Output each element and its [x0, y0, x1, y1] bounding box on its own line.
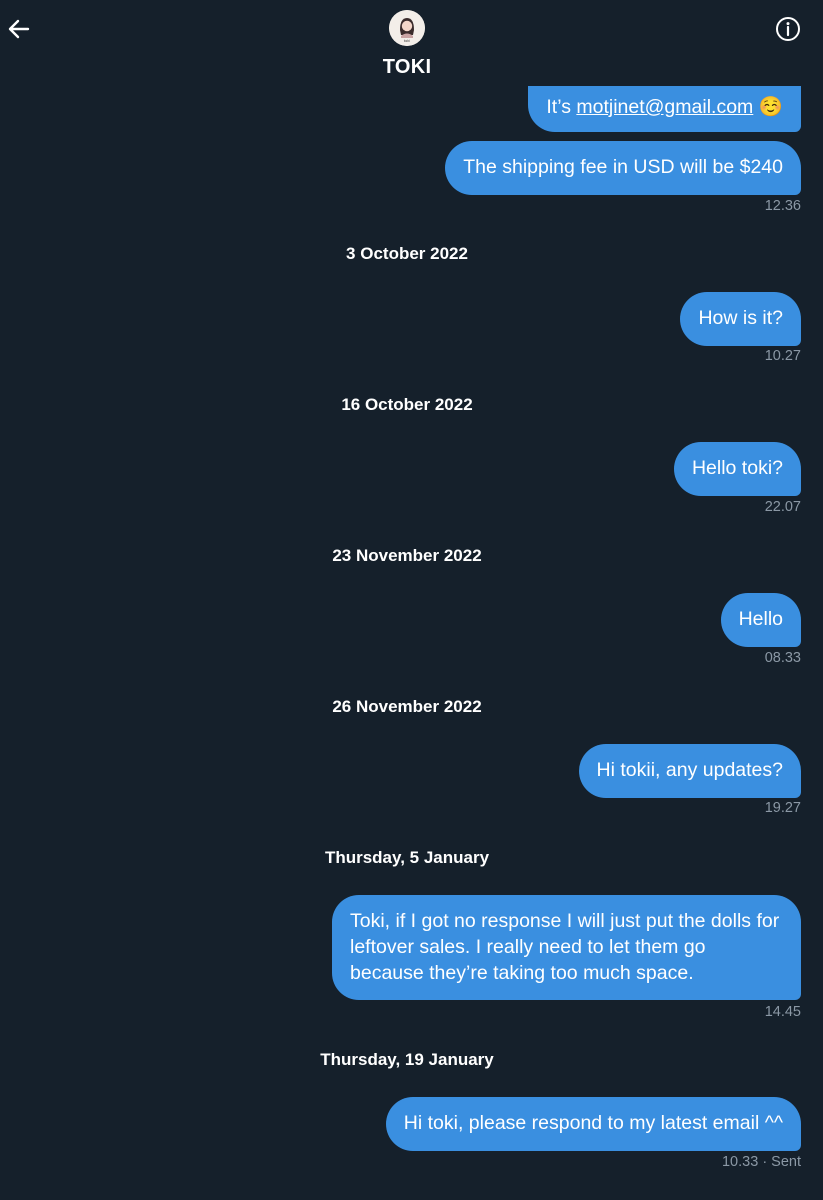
message-text: Hi toki, please respond to my latest ema…: [403, 1112, 783, 1134]
avatar-illustration: toki: [389, 10, 425, 46]
smiling-emoji-icon: ☺️: [758, 96, 783, 118]
arrow-left-icon: [8, 19, 30, 39]
message-timestamp: 19.27: [764, 800, 801, 816]
date-separator: Thursday, 5 January: [324, 848, 490, 867]
message-timestamp: 08.33: [764, 650, 801, 666]
message-timestamp: 12.36: [764, 198, 801, 214]
message-timestamp: 10.27: [764, 348, 801, 364]
date-separator: 26 November 2022: [332, 697, 482, 716]
message-text: Hello: [738, 608, 783, 630]
message-timestamp: 10.33: [721, 1154, 759, 1170]
back-button[interactable]: [6, 16, 32, 42]
message-bubble[interactable]: Hi tokii, any updates?: [578, 744, 801, 798]
avatar[interactable]: toki: [389, 10, 425, 46]
avatar-caption: toki: [404, 39, 410, 43]
message-bubble[interactable]: Hello: [720, 593, 801, 647]
message-bubble[interactable]: It’s motjinet@gmail.com ☺️: [528, 82, 801, 132]
message-text: Hello toki?: [691, 457, 783, 479]
message-text: It’s: [546, 96, 577, 118]
message-thread[interactable]: It’s motjinet@gmail.com ☺️ The shipping …: [0, 0, 823, 1200]
message-text: Hi tokii, any updates?: [596, 759, 783, 781]
message-bubble[interactable]: The shipping fee in USD will be $240: [445, 141, 801, 195]
contact-name[interactable]: TOKI: [0, 56, 814, 79]
message-bubble[interactable]: How is it?: [680, 292, 801, 346]
message-text: How is it?: [698, 307, 783, 329]
message-bubble[interactable]: Hello toki?: [673, 442, 801, 496]
message-timestamp: 14.45: [764, 1004, 801, 1020]
conversation-header: toki TOKI: [0, 0, 823, 86]
info-circle-icon: [776, 17, 800, 41]
message-status: 10.33 · Sent: [722, 1154, 801, 1170]
sent-status: · Sent: [762, 1154, 801, 1170]
date-separator: 23 November 2022: [332, 546, 482, 565]
info-button[interactable]: [774, 15, 802, 43]
message-bubble[interactable]: Toki, if I got no response I will just p…: [332, 895, 801, 1000]
date-separator: Thursday, 19 January: [320, 1050, 494, 1069]
date-separator: 16 October 2022: [341, 395, 473, 414]
message-timestamp: 22.07: [764, 499, 801, 515]
message-text: Toki, if I got no response I will just p…: [350, 910, 780, 984]
date-separator: 3 October 2022: [346, 244, 468, 263]
message-bubble[interactable]: Hi toki, please respond to my latest ema…: [385, 1097, 801, 1151]
message-text: The shipping fee in USD will be $240: [463, 156, 783, 178]
email-link[interactable]: motjinet@gmail.com: [576, 96, 753, 118]
